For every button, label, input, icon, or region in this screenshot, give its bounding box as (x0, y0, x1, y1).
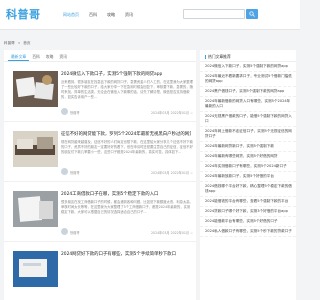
avatar (61, 228, 68, 235)
post-title[interactable]: 2024工商借款口子在哪，实测5个稳定下款的入口 (61, 191, 191, 197)
post-thumbnail[interactable] (13, 71, 58, 107)
sidebar-item[interactable]: 2024年最新网贷新口子，实测5个强制下款 (200, 142, 296, 152)
avatar (61, 108, 68, 115)
sidebar-item[interactable]: 2024微信入下款口子，实测5个强制下款的网贷app (200, 62, 296, 72)
nav-zixun[interactable]: 资讯 (120, 10, 138, 20)
tab-gonglue[interactable]: 攻略 (43, 50, 57, 61)
post-title[interactable]: 2024网贷好下款的口子有哪些，实测5个手续简单秒下款口 (61, 251, 191, 257)
post-date: 2024年03月 2022年01月 ☆ (151, 110, 193, 115)
sidebar-item[interactable]: 2024黑户借钱口子，实测5个强制下款的网贷app (200, 87, 296, 97)
breadcrumb-separator: » (17, 41, 21, 45)
post-thumbnail[interactable] (13, 131, 58, 167)
sidebar-title: 热门文章推荐 (200, 50, 296, 62)
nav-home[interactable]: 网站首页 (58, 10, 84, 20)
post-date: 2024年03月 2022年01月 ☆ (151, 230, 193, 235)
post-author[interactable]: 快赚哥 (70, 230, 80, 235)
main-nav: 网站首页 百科 攻略 资讯 (58, 10, 138, 20)
sidebar-item[interactable]: 2024能借钱的平台有哪些，查看5个强制下款的平台 (200, 197, 296, 207)
sidebar-item[interactable]: 2024年最新借款的网贷入口有哪些，实测5个2024年最新的入口 (200, 97, 296, 112)
post-author[interactable]: 快赚哥 (70, 170, 80, 175)
sidebar-item[interactable]: 2024私人借款口子有哪些，实测5个秒下款的贷款口子 (200, 227, 296, 237)
list-item[interactable]: 征信不好的网贷能下款，罗列5个2024年最新无视黑白户秒过的网贷 现在网贷越来越… (4, 122, 196, 182)
list-item[interactable]: 2024网贷好下款的口子有哪些，实测5个手续简单秒下款口 (4, 242, 196, 300)
sidebar-item[interactable]: 2024年最新放款口子，实测5个好借的平台 (200, 172, 296, 182)
post-excerpt: 很多朋友在找工商借款口子的时候，都会遇到各种问题，比如说下款额度太低、利息太高、… (61, 200, 193, 214)
category-tabs: 最新文章 百科 攻略 资讯 (4, 50, 196, 62)
sidebar-item[interactable]: 2024能借款平台有哪些，实测5个好借的口子 (200, 217, 296, 227)
post-excerpt: 现在网贷越来越普及，征信不好的人们肯定也想下款，在这里给大家分享几个征信不好下款… (61, 140, 193, 154)
avatar (61, 168, 68, 175)
post-date: 2024年03月 2022年01月 ☆ (151, 170, 193, 175)
post-thumbnail[interactable] (13, 251, 58, 287)
post-title[interactable]: 2024微信入下款口子，实测5个强制下款的网贷app (61, 71, 191, 77)
site-logo[interactable]: 科普哥 (6, 6, 41, 22)
breadcrumb-home[interactable]: 科普哥 (4, 41, 15, 45)
search-button[interactable] (246, 9, 258, 19)
sidebar-item[interactable]: 2024年实测借款口子有哪些，实测5个2024新口子 (200, 162, 296, 172)
sidebar-item[interactable]: 2024年网上借款不走征信口子，实测5个无视征信的网贷口子 (200, 127, 296, 142)
post-meta: 快赚哥 2024年03月 2022年01月 ☆ (61, 168, 193, 176)
sidebar-item[interactable]: 2024借钱哪个平台好下款，精心整理5个稳定下款的借钱app (200, 182, 296, 197)
nav-baike[interactable]: 百科 (84, 10, 102, 20)
tab-baike[interactable]: 百科 (29, 50, 43, 61)
search-input[interactable] (183, 9, 245, 19)
list-item[interactable]: 2024微信入下款口子，实测5个强制下款的网贷app 近来看到，很多朋友在找急钻… (4, 62, 196, 122)
search-icon (249, 11, 255, 17)
post-meta: 快赚哥 2024年03月 2022年01月 ☆ (61, 228, 193, 236)
post-author[interactable]: 快赚哥 (70, 110, 80, 115)
breadcrumb-current[interactable]: 首页 (23, 41, 30, 45)
article-list: 最新文章 百科 攻略 资讯 2024微信入下款口子，实测5个强制下款的网贷app… (4, 50, 196, 300)
post-image (13, 191, 58, 227)
post-image (13, 71, 58, 107)
post-image (13, 131, 58, 167)
sidebar-item[interactable]: 2024年最近不看新要求口子，专业测试5个借款门槛低的网贷app (200, 72, 296, 87)
tab-zixun[interactable]: 资讯 (56, 50, 70, 61)
sidebar-item[interactable]: 2024无视黑户借款的口子，能借5个强制下款的网贷入口 (200, 112, 296, 127)
post-thumbnail[interactable] (13, 191, 58, 227)
post-image (13, 251, 58, 287)
post-meta: 快赚哥 2024年03月 2022年01月 ☆ (61, 108, 193, 116)
breadcrumb: 科普哥 » 首页 (4, 41, 32, 46)
tab-latest[interactable]: 最新文章 (8, 50, 30, 61)
post-title[interactable]: 征信不好的网贷能下款，罗列5个2024年最新无视黑白户秒过的网贷 (61, 131, 191, 137)
nav-gonglue[interactable]: 攻略 (102, 10, 120, 20)
top-bar: 科普哥 网站首页 百科 攻略 资讯 (0, 0, 300, 30)
hot-articles-sidebar: 热门文章推荐 2024微信入下款口子，实测5个强制下款的网贷app 2024年最… (200, 50, 296, 300)
sidebar-item[interactable]: 2024贷款口子哪个好下款，实测3个好借的平台app (200, 207, 296, 217)
post-excerpt: 近来看到，很多朋友在找急钻下款的网贷口子，急需资金人们人工的，在这里我为大家整理… (61, 80, 193, 99)
sidebar-item[interactable]: 2024年最新有哪些网贷，实测5个好借的网贷 (200, 152, 296, 162)
list-item[interactable]: 2024工商借款口子在哪，实测5个稳定下款的入口 很多朋友在找工商借款口子的时候… (4, 182, 196, 242)
